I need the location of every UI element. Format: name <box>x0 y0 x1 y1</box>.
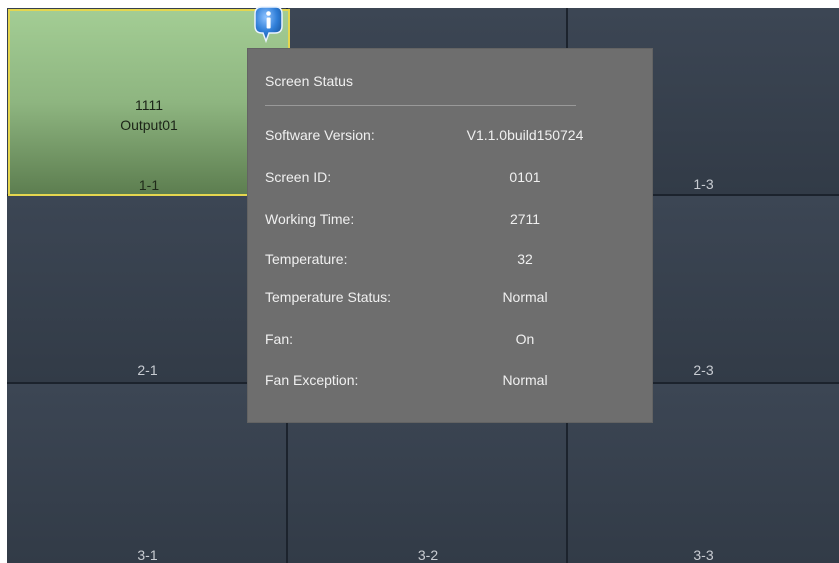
working-time-value: 2711 <box>509 211 541 227</box>
cell-label: 2-1 <box>137 362 158 378</box>
popup-title: Screen Status <box>265 73 353 89</box>
cell-label: 3-3 <box>693 547 714 563</box>
temperature-status-value: Normal <box>502 289 548 305</box>
software-version-label: Software Version: <box>265 127 375 143</box>
fan-exception-value: Normal <box>502 372 548 388</box>
fan-exception-label: Fan Exception: <box>265 372 359 388</box>
screen-id-value: 0101 <box>509 169 541 185</box>
screen-cell-2-1[interactable]: 2-1 <box>7 196 288 382</box>
fan-value: On <box>515 331 535 347</box>
screen-status-popup: Screen Status Software Version: V1.1.0bu… <box>248 49 652 422</box>
output-name: Output01 <box>120 117 178 133</box>
temperature-label: Temperature: <box>265 251 348 267</box>
info-bubble-icon <box>254 6 283 44</box>
screen-id-text: 1111 <box>134 97 164 113</box>
working-time-label: Working Time: <box>265 211 355 227</box>
screen-id-label: Screen ID: <box>265 169 332 185</box>
popup-divider <box>265 105 576 106</box>
cell-label: 3-2 <box>417 547 439 563</box>
temperature-value: 32 <box>517 251 533 267</box>
info-icon[interactable] <box>249 6 287 44</box>
cell-label: 1-1 <box>138 177 160 193</box>
cell-label: 3-1 <box>137 547 158 563</box>
software-version-value: V1.1.0build150724 <box>466 127 584 143</box>
fan-label: Fan: <box>265 331 294 347</box>
screen-cell-3-1[interactable]: 3-1 <box>7 384 288 563</box>
temperature-status-label: Temperature Status: <box>265 289 392 305</box>
